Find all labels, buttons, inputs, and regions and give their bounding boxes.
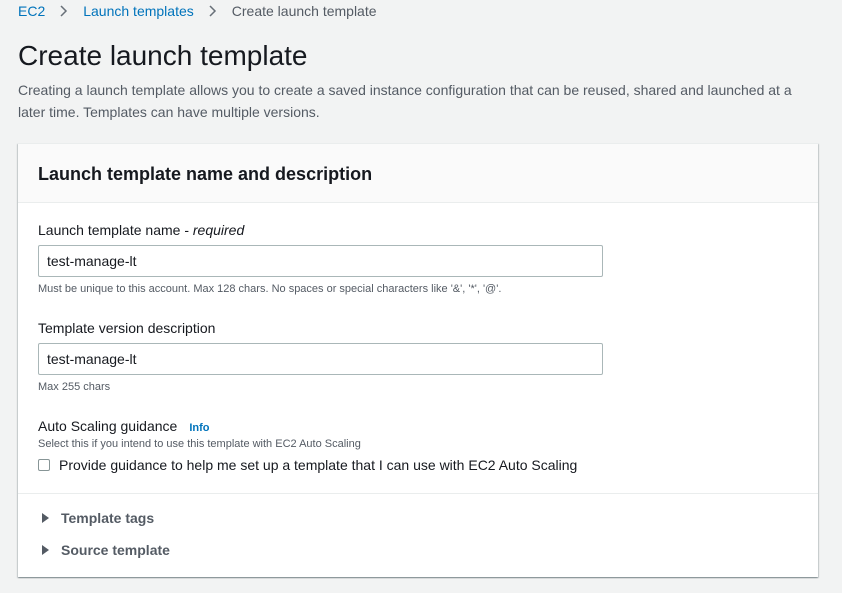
launch-template-name-panel: Launch template name and description Lau…: [18, 143, 818, 577]
template-version-description-label: Template version description: [38, 320, 216, 336]
breadcrumb-current: Create launch template: [231, 3, 377, 19]
auto-scaling-checkbox-label[interactable]: Provide guidance to help me set up a tem…: [59, 457, 577, 473]
breadcrumb-ec2-link[interactable]: EC2: [18, 3, 45, 19]
auto-scaling-checkbox[interactable]: [38, 459, 50, 471]
page-title: Create launch template: [18, 40, 308, 71]
chevron-right-icon: [207, 5, 219, 17]
template-tags-expander[interactable]: Template tags: [42, 510, 154, 526]
panel-header: Launch template name and description: [18, 144, 818, 203]
caret-right-icon: [42, 513, 49, 523]
template-tags-label[interactable]: Template tags: [61, 510, 154, 526]
section-divider: [18, 493, 818, 494]
source-template-expander[interactable]: Source template: [42, 542, 170, 558]
info-link[interactable]: Info: [189, 422, 209, 434]
auto-scaling-guidance-label: Auto Scaling guidance: [38, 418, 178, 434]
source-template-label[interactable]: Source template: [61, 542, 170, 558]
template-name-input[interactable]: [38, 245, 603, 277]
breadcrumb: EC2 Launch templates Create launch templ…: [18, 1, 377, 21]
template-name-label-text: Launch template name -: [38, 222, 193, 238]
template-name-hint: Must be unique to this account. Max 128 …: [38, 283, 502, 295]
template-version-description-hint: Max 255 chars: [38, 381, 111, 393]
caret-right-icon: [42, 545, 49, 555]
panel-title: Launch template name and description: [38, 163, 373, 184]
required-marker: required: [192, 222, 245, 238]
auto-scaling-guidance-heading: Auto Scaling guidance Info: [38, 416, 210, 438]
page-description: Creating a launch template allows you to…: [18, 82, 792, 120]
auto-scaling-checkbox-row[interactable]: Provide guidance to help me set up a tem…: [38, 457, 577, 473]
auto-scaling-hint: Select this if you intend to use this te…: [38, 438, 361, 450]
chevron-right-icon: [58, 5, 70, 17]
breadcrumb-launch-templates-link[interactable]: Launch templates: [83, 3, 194, 19]
template-name-label: Launch template name - required: [38, 220, 244, 240]
template-version-description-input[interactable]: [38, 343, 603, 375]
